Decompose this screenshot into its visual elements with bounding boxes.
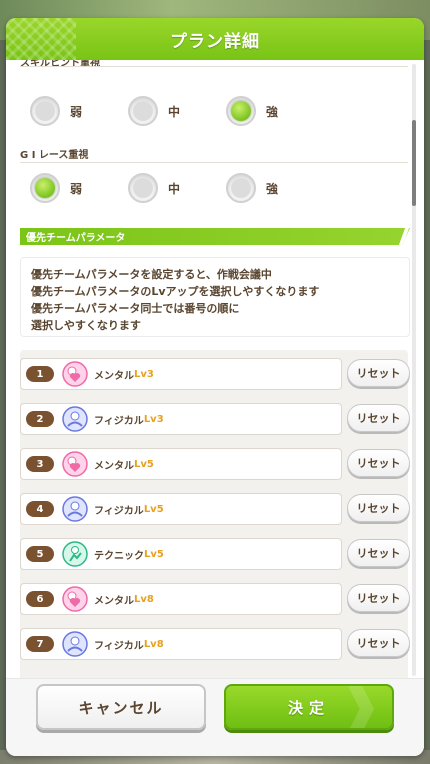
param-level: Lv8 <box>143 638 164 650</box>
plan-scroll-area[interactable]: スキルヒント重視 弱 中 強 G I レース重視 弱 中 強 優先チームパラメー… <box>6 60 424 678</box>
param-row: 5 テクニック Lv5 リセット <box>20 538 410 572</box>
info-line: 優先チームパラメータを設定すると、作戦会議中 <box>31 268 272 281</box>
param-level: Lv5 <box>134 458 154 470</box>
confirm-button[interactable]: 決定 <box>224 684 394 730</box>
radio-label: 弱 <box>70 104 83 119</box>
radio-option-strong[interactable]: 強 <box>226 173 278 203</box>
scrollbar-thumb[interactable] <box>412 120 416 206</box>
radio-button-selected[interactable] <box>30 173 60 203</box>
radio-button[interactable] <box>30 96 60 126</box>
param-card[interactable]: 4 フィジカル Lv5 <box>20 493 342 525</box>
info-line: 優先チームパラメータのLvアップを選択しやすくなります <box>31 285 320 298</box>
param-card[interactable]: 1 メンタル Lv3 <box>20 358 342 390</box>
radio-button[interactable] <box>128 173 158 203</box>
param-level: Lv3 <box>134 368 154 380</box>
mental-icon <box>62 586 88 612</box>
radio-option-medium[interactable]: 中 <box>128 173 180 203</box>
physical-icon <box>62 406 88 432</box>
param-row: 3 メンタル Lv5 リセット <box>20 448 410 482</box>
mental-icon <box>62 361 88 387</box>
priority-number-badge: 3 <box>26 456 54 472</box>
reset-button[interactable]: リセット <box>347 629 410 657</box>
priority-number-badge: 5 <box>26 546 54 562</box>
radio-label: 中 <box>168 104 181 119</box>
info-box: 優先チームパラメータを設定すると、作戦会議中 優先チームパラメータのLvアップを… <box>20 257 410 337</box>
dialog-header: プラン詳細 <box>6 18 424 60</box>
section-divider <box>20 162 408 163</box>
param-card[interactable]: 5 テクニック Lv5 <box>20 538 342 570</box>
priority-number-badge: 7 <box>26 636 54 652</box>
radio-label: 強 <box>266 104 279 119</box>
physical-icon <box>62 496 88 522</box>
mental-icon <box>62 451 88 477</box>
param-row: 6 メンタル Lv8 リセット <box>20 583 410 617</box>
radio-label: 強 <box>266 181 279 196</box>
header-slash-decoration <box>398 228 410 245</box>
radio-option-medium[interactable]: 中 <box>128 96 180 126</box>
radio-button-selected[interactable] <box>226 96 256 126</box>
param-name: フィジカル <box>94 505 144 517</box>
param-row: 4 フィジカル Lv5 リセット <box>20 493 410 527</box>
param-row: 2 フィジカル Lv3 リセット <box>20 403 410 437</box>
reset-button[interactable]: リセット <box>347 584 410 612</box>
param-card[interactable]: 7 フィジカル Lv8 <box>20 628 342 660</box>
param-name: フィジカル <box>94 640 144 652</box>
priority-number-badge: 2 <box>26 411 54 427</box>
param-level: Lv5 <box>143 503 164 515</box>
param-row: 7 フィジカル Lv8 リセット <box>20 628 410 662</box>
priority-number-badge: 1 <box>26 366 54 382</box>
param-card[interactable]: 3 メンタル Lv5 <box>20 448 342 480</box>
param-name: メンタル <box>94 370 134 382</box>
section-divider <box>20 66 408 67</box>
param-name: テクニック <box>94 550 144 562</box>
radio-button[interactable] <box>128 96 158 126</box>
section-header-label: 優先チームパラメータ <box>26 233 126 244</box>
reset-button[interactable]: リセット <box>347 449 410 477</box>
reset-button[interactable]: リセット <box>347 359 410 387</box>
radio-option-weak[interactable]: 弱 <box>30 96 82 126</box>
section-title-g1: G I レース重視 <box>20 150 89 161</box>
reset-button[interactable]: リセット <box>347 494 410 522</box>
confirm-button-label: 決定 <box>287 698 330 717</box>
radio-label: 弱 <box>70 181 83 196</box>
radio-group-g1: 弱 中 強 <box>30 173 360 207</box>
reset-button[interactable]: リセット <box>347 539 410 567</box>
dialog-title: プラン詳細 <box>170 31 260 52</box>
radio-option-weak[interactable]: 弱 <box>30 173 82 203</box>
info-line: 選択しやすくなります <box>31 319 141 332</box>
radio-button[interactable] <box>226 173 256 203</box>
param-name: メンタル <box>94 595 134 607</box>
param-name: メンタル <box>94 460 134 472</box>
plan-detail-dialog: プラン詳細 スキルヒント重視 弱 中 強 G I レース重視 弱 中 強 優先チ… <box>6 18 424 756</box>
param-card[interactable]: 6 メンタル Lv8 <box>20 583 342 615</box>
dialog-footer: キャンセル 決定 <box>6 678 424 756</box>
cancel-button[interactable]: キャンセル <box>36 684 206 730</box>
header-pattern <box>6 18 76 60</box>
reset-button[interactable]: リセット <box>347 404 410 432</box>
physical-icon <box>62 631 88 657</box>
radio-group-skill-hint: 弱 中 強 <box>30 96 360 130</box>
param-card[interactable]: 2 フィジカル Lv3 <box>20 403 342 435</box>
priority-number-badge: 4 <box>26 501 54 517</box>
chevron-right-icon <box>348 686 374 728</box>
section-header-team-params: 優先チームパラメータ <box>20 228 410 245</box>
section-title-skill-hint: スキルヒント重視 <box>20 60 100 69</box>
param-level: Lv5 <box>144 548 164 560</box>
info-line: 優先チームパラメータ同士では番号の順に <box>31 302 240 315</box>
radio-label: 中 <box>168 181 181 196</box>
param-level: Lv8 <box>134 593 154 605</box>
technique-icon <box>62 541 88 567</box>
radio-option-strong[interactable]: 強 <box>226 96 278 126</box>
priority-number-badge: 6 <box>26 591 54 607</box>
param-level: Lv3 <box>143 413 164 425</box>
param-name: フィジカル <box>94 415 144 427</box>
param-row: 1 メンタル Lv3 リセット <box>20 358 410 392</box>
